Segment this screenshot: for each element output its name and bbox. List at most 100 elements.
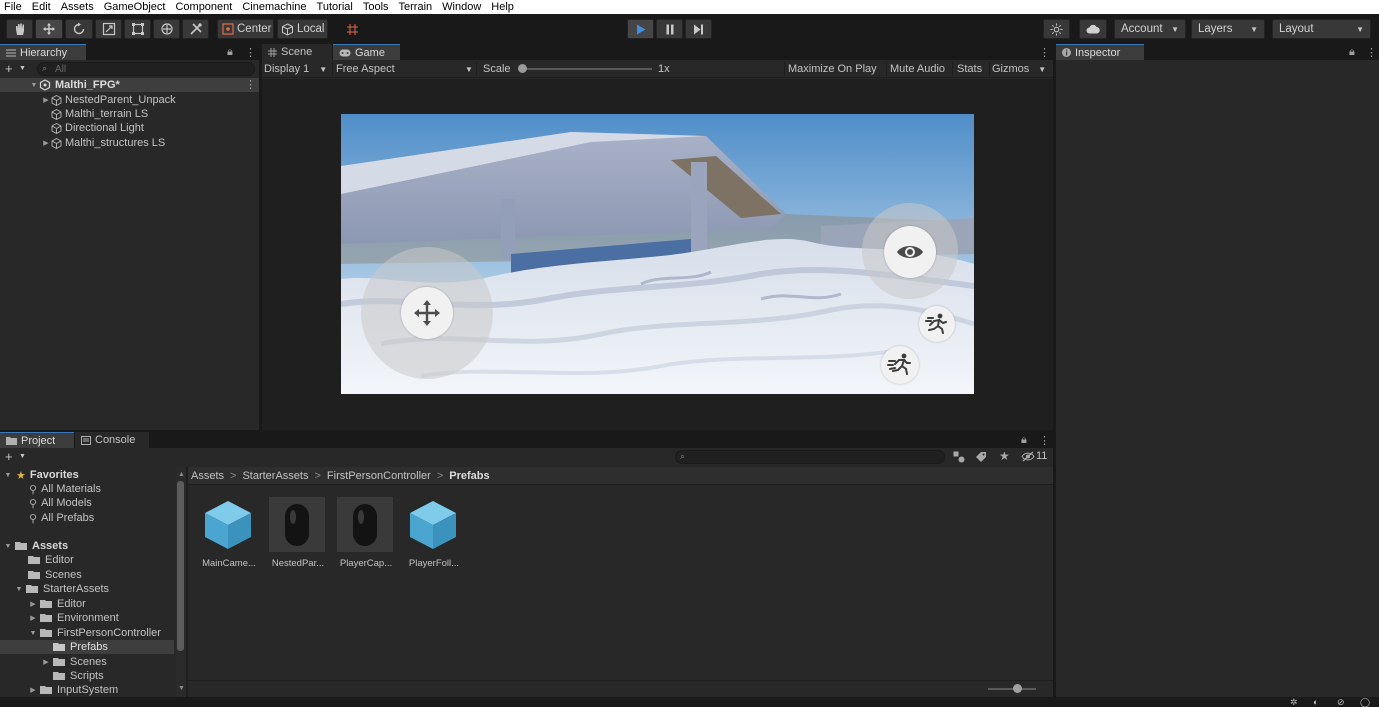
favorite-item[interactable]: ⚲ All Prefabs: [29, 511, 94, 525]
progress-icon[interactable]: ◯: [1360, 697, 1370, 707]
icon-size-slider-handle[interactable]: [1013, 684, 1022, 693]
expand-triangle-icon[interactable]: ▼: [3, 543, 13, 550]
expand-triangle-icon[interactable]: ▶: [41, 139, 51, 147]
expand-triangle-icon[interactable]: ▼: [14, 586, 24, 593]
breadcrumb-item[interactable]: StarterAssets: [242, 470, 308, 482]
bug-icon[interactable]: ✲: [1290, 697, 1298, 707]
chevron-down-icon[interactable]: ▼: [19, 453, 26, 460]
asset-item[interactable]: PlayerCap...: [337, 497, 395, 569]
expand-triangle-icon[interactable]: ▼: [29, 82, 39, 89]
folder-item-selected[interactable]: Prefabs: [0, 640, 174, 654]
favorites-header[interactable]: ▼ ★ Favorites: [0, 468, 79, 482]
gizmos-dropdown[interactable]: Gizmos ▼: [992, 60, 1052, 78]
asset-item[interactable]: MainCame...: [200, 497, 258, 569]
menu-assets[interactable]: Assets: [61, 1, 94, 13]
menu-tools[interactable]: Tools: [363, 1, 389, 13]
tab-project[interactable]: Project: [0, 432, 74, 448]
tab-inspector[interactable]: Inspector: [1056, 44, 1144, 60]
move-joystick-handle[interactable]: [401, 287, 453, 339]
display-dropdown[interactable]: Display 1 ▼: [264, 60, 332, 78]
menu-edit[interactable]: Edit: [32, 1, 51, 13]
more-options-icon[interactable]: ⋮: [1039, 46, 1050, 59]
folder-item[interactable]: ▶ InputSystem: [28, 683, 118, 697]
step-button[interactable]: [685, 19, 712, 39]
hierarchy-item[interactable]: Directional Light: [0, 121, 144, 135]
maximize-on-play-toggle[interactable]: Maximize On Play: [788, 60, 877, 78]
hidden-packages-icon[interactable]: [1021, 451, 1035, 465]
folder-item[interactable]: ▶ Scenes: [41, 655, 106, 669]
layout-dropdown[interactable]: Layout ▼: [1272, 19, 1371, 39]
look-joystick-handle[interactable]: [884, 226, 936, 278]
folder-item[interactable]: Editor: [28, 553, 74, 567]
tab-game[interactable]: Game: [333, 44, 400, 60]
scene-options-icon[interactable]: ⋮: [245, 78, 256, 91]
asset-item[interactable]: PlayerFoll...: [405, 497, 463, 569]
pause-button[interactable]: [656, 19, 683, 39]
favorite-item[interactable]: ⚲ All Materials: [29, 482, 101, 496]
stats-toggle[interactable]: Stats: [957, 60, 982, 78]
tab-scene[interactable]: Scene: [262, 44, 332, 60]
account-dropdown[interactable]: Account ▼: [1114, 19, 1186, 39]
tab-console[interactable]: Console: [75, 432, 149, 448]
scroll-down-icon[interactable]: ▼: [178, 685, 185, 692]
grid-snap-button[interactable]: [340, 19, 364, 39]
scrollbar-thumb[interactable]: [177, 481, 184, 651]
menu-help[interactable]: Help: [491, 1, 514, 13]
menu-window[interactable]: Window: [442, 1, 481, 13]
folder-item[interactable]: ▶ Editor: [28, 597, 85, 611]
game-viewport[interactable]: [341, 114, 974, 394]
expand-triangle-icon[interactable]: ▶: [28, 600, 38, 608]
hand-tool-button[interactable]: [6, 19, 33, 39]
expand-triangle-icon[interactable]: ▶: [41, 658, 51, 666]
cloud-button[interactable]: [1079, 19, 1107, 39]
folder-item[interactable]: Scripts: [53, 669, 104, 683]
hierarchy-scene-row[interactable]: ▼ Malthi_FPG* ⋮: [0, 78, 259, 92]
hierarchy-item[interactable]: Malthi_terrain LS: [0, 107, 148, 121]
lock-icon[interactable]: 🔒︎: [227, 46, 233, 59]
more-options-icon[interactable]: ⋮: [1039, 434, 1050, 447]
aspect-dropdown[interactable]: Free Aspect ▼: [336, 60, 474, 78]
transform-tool-button[interactable]: [153, 19, 180, 39]
scale-tool-button[interactable]: [95, 19, 122, 39]
add-icon[interactable]: +: [5, 61, 13, 76]
assets-root-folder[interactable]: ▼ Assets: [0, 539, 69, 553]
network-icon[interactable]: ◐: [1313, 697, 1318, 707]
expand-triangle-icon[interactable]: ▶: [41, 96, 51, 104]
favorite-item[interactable]: ⚲ All Models: [29, 496, 92, 510]
tab-hierarchy[interactable]: Hierarchy: [0, 44, 86, 60]
expand-triangle-icon[interactable]: ▼: [28, 630, 38, 637]
lighting-button[interactable]: [1043, 19, 1070, 39]
lock-icon[interactable]: 🔒︎: [1021, 434, 1027, 447]
chevron-down-icon[interactable]: ▼: [19, 65, 26, 72]
layers-dropdown[interactable]: Layers ▼: [1191, 19, 1265, 39]
auto-generate-icon[interactable]: ⊘: [1337, 697, 1345, 707]
more-options-icon[interactable]: ⋮: [245, 46, 256, 59]
icon-size-slider-track[interactable]: [988, 688, 1036, 690]
folder-tree-scrollbar[interactable]: ▲ ▼: [176, 467, 186, 697]
menu-gameobject[interactable]: GameObject: [104, 1, 166, 13]
folder-item[interactable]: Scenes: [28, 568, 82, 582]
more-options-icon[interactable]: ⋮: [1366, 46, 1377, 59]
pivot-toggle-button[interactable]: Center: [217, 19, 274, 39]
rotate-tool-button[interactable]: [65, 19, 93, 39]
menu-file[interactable]: File: [4, 1, 22, 13]
rect-tool-button[interactable]: [124, 19, 151, 39]
hierarchy-search-input[interactable]: ⌕ All: [37, 62, 255, 76]
scale-slider-track[interactable]: [518, 68, 652, 70]
asset-item[interactable]: NestedPar...: [269, 497, 327, 569]
label-tag-icon[interactable]: [975, 451, 987, 466]
play-button[interactable]: [627, 19, 654, 39]
project-search-input[interactable]: ⌕: [675, 450, 945, 464]
mute-audio-toggle[interactable]: Mute Audio: [890, 60, 945, 78]
menu-tutorial[interactable]: Tutorial: [317, 1, 353, 13]
expand-triangle-icon[interactable]: ▶: [28, 686, 38, 694]
add-icon[interactable]: +: [5, 449, 13, 464]
scale-slider-handle[interactable]: [518, 64, 527, 73]
folder-item[interactable]: ▶ Environment: [28, 611, 118, 625]
search-by-type-icon[interactable]: [953, 451, 965, 466]
folder-item[interactable]: ▼ StarterAssets: [14, 582, 110, 596]
menu-terrain[interactable]: Terrain: [399, 1, 433, 13]
lock-icon[interactable]: 🔒︎: [1349, 46, 1355, 59]
sprint-button[interactable]: [881, 346, 919, 384]
expand-triangle-icon[interactable]: ▶: [28, 614, 38, 622]
